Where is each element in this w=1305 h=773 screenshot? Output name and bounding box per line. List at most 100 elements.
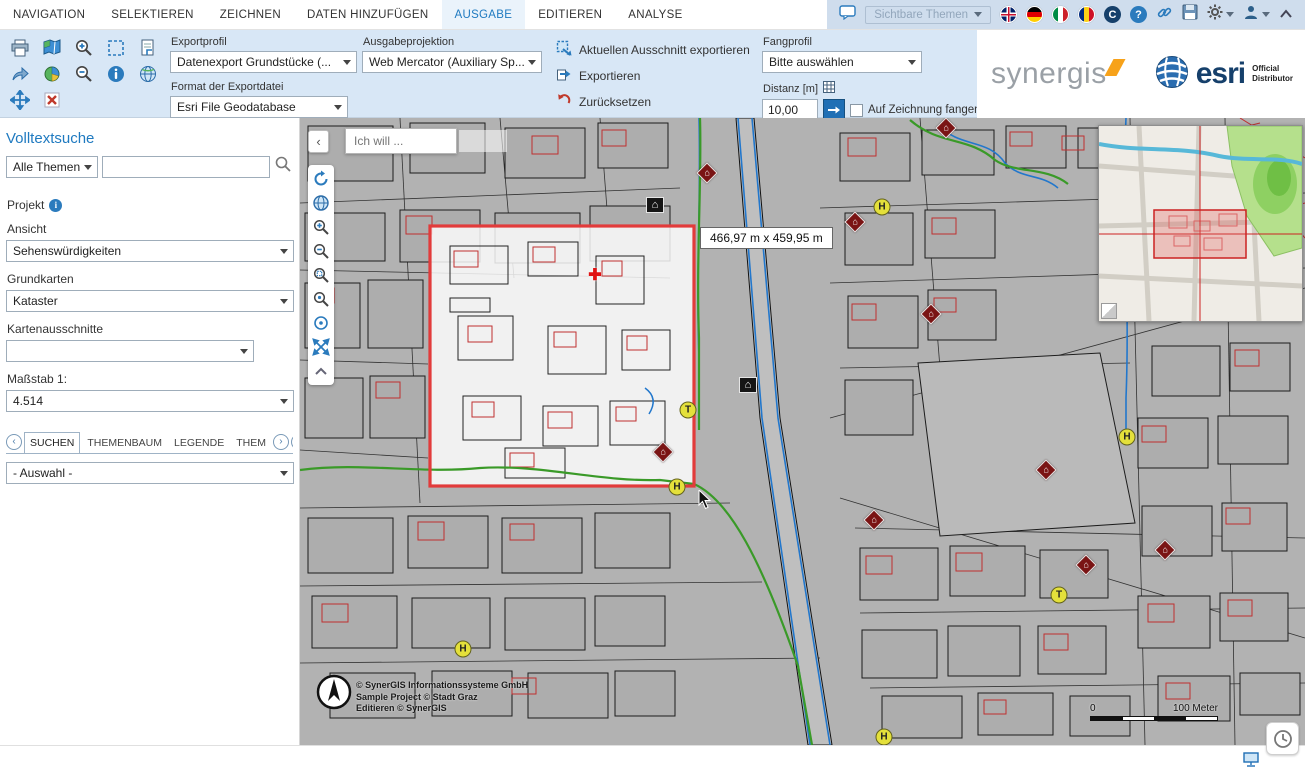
menu-editieren[interactable]: EDITIEREN bbox=[525, 0, 615, 29]
chevron-down-icon bbox=[280, 471, 288, 476]
map-marker-t[interactable]: T bbox=[680, 402, 697, 419]
menu-zeichnen[interactable]: ZEICHNEN bbox=[207, 0, 294, 29]
project-row: Projekt i bbox=[7, 198, 293, 212]
projection-group: Ausgabeprojektion Web Mercator (Auxiliar… bbox=[362, 34, 542, 73]
export-sheet-button[interactable] bbox=[132, 35, 164, 61]
map-viewport[interactable]: ‹ bbox=[300, 118, 1305, 745]
map-marker-h[interactable]: H bbox=[669, 479, 686, 496]
select-extent-button[interactable] bbox=[100, 35, 132, 61]
flag-uk-icon[interactable] bbox=[1000, 6, 1017, 23]
view-label: Ansicht bbox=[7, 222, 293, 236]
map-marker-h[interactable]: H bbox=[455, 641, 472, 658]
pan-button[interactable] bbox=[4, 87, 36, 113]
map-extents-select[interactable] bbox=[6, 340, 254, 362]
save-icon[interactable] bbox=[1182, 4, 1198, 25]
chevron-down-icon bbox=[280, 399, 288, 404]
chevron-down-icon bbox=[334, 105, 342, 110]
info-icon[interactable]: i bbox=[49, 199, 62, 212]
search-icon[interactable] bbox=[274, 155, 292, 178]
center-target-icon[interactable] bbox=[309, 311, 333, 335]
tool-grid bbox=[4, 35, 164, 113]
export-label: Exportieren bbox=[579, 69, 640, 83]
flag-it-icon[interactable] bbox=[1052, 6, 1069, 23]
zoom-in-icon[interactable] bbox=[309, 215, 333, 239]
flag-ro-icon[interactable] bbox=[1078, 6, 1095, 23]
delete-button[interactable] bbox=[36, 87, 68, 113]
language-icon[interactable]: C bbox=[1104, 6, 1121, 23]
chevron-down-icon bbox=[280, 299, 288, 304]
feedback-bubble-icon[interactable] bbox=[839, 5, 856, 25]
export-profile-select[interactable]: Datenexport Grundstücke (... bbox=[170, 51, 357, 73]
selection-select[interactable]: - Auswahl - bbox=[6, 462, 294, 484]
overview-map[interactable] bbox=[1098, 125, 1303, 322]
user-menu-button[interactable] bbox=[1243, 4, 1270, 25]
refresh-icon[interactable] bbox=[309, 167, 333, 191]
ich-will-suggestion-panel bbox=[459, 130, 507, 152]
share-button[interactable] bbox=[4, 61, 36, 87]
search-scope-select[interactable]: Alle Themen bbox=[6, 156, 98, 178]
map-marker-square[interactable]: ⌂ bbox=[739, 377, 757, 393]
map-marker-h[interactable]: H bbox=[874, 199, 891, 216]
menu-analyse[interactable]: ANALYSE bbox=[615, 0, 695, 29]
basemap-label: Grundkarten bbox=[7, 272, 293, 286]
zoom-out-icon[interactable] bbox=[309, 239, 333, 263]
tab-themenbaum[interactable]: THEMENBAUM bbox=[82, 433, 167, 453]
globe-icon[interactable] bbox=[309, 191, 333, 215]
map-copyright: © SynerGIS Informationssysteme GmbH Samp… bbox=[356, 680, 528, 715]
menu-daten-hinzufuegen[interactable]: DATEN HINZUFÜGEN bbox=[294, 0, 442, 29]
export-extent-button[interactable]: Aktuellen Ausschnitt exportieren bbox=[556, 40, 750, 59]
sidebar-tabs: ‹ SUCHEN THEMENBAUM LEGENDE THEM › + bbox=[6, 430, 293, 454]
map-marker-cross[interactable]: ✚ bbox=[588, 265, 601, 285]
collapse-toolbar-icon[interactable] bbox=[1279, 6, 1293, 24]
scale-select[interactable]: 4.514 bbox=[6, 390, 294, 412]
collapse-tools-icon[interactable] bbox=[309, 359, 333, 383]
map-export-button[interactable] bbox=[36, 35, 68, 61]
tabs-scroll-right-button[interactable]: › bbox=[273, 434, 289, 450]
zoom-extent-icon[interactable] bbox=[309, 263, 333, 287]
history-clock-button[interactable] bbox=[1266, 722, 1299, 755]
map-marker-t[interactable]: T bbox=[1051, 587, 1068, 604]
fulltext-search-input[interactable] bbox=[102, 156, 270, 178]
tab-themen[interactable]: THEM bbox=[231, 433, 271, 453]
scalebar-bar bbox=[1090, 716, 1218, 721]
reset-button[interactable]: Zurücksetzen bbox=[556, 92, 750, 111]
menu-navigation[interactable]: NAVIGATION bbox=[0, 0, 98, 29]
info-button[interactable] bbox=[100, 61, 132, 87]
projection-label: Ausgabeprojektion bbox=[363, 36, 542, 48]
menu-ausgabe[interactable]: AUSGABE bbox=[442, 0, 526, 29]
sidebar-collapse-button[interactable]: ‹ bbox=[308, 130, 329, 153]
help-icon[interactable]: ? bbox=[1130, 6, 1147, 23]
print-button[interactable] bbox=[4, 35, 36, 61]
copyright-line: © SynerGIS Informationssysteme GmbH bbox=[356, 680, 528, 692]
map-marker-h[interactable]: H bbox=[1119, 429, 1136, 446]
zoom-in-button[interactable] bbox=[68, 35, 100, 61]
map-marker-h[interactable]: H bbox=[876, 729, 893, 746]
export-button[interactable]: Exportieren bbox=[556, 66, 750, 85]
menu-selektieren[interactable]: SELEKTIEREN bbox=[98, 0, 207, 29]
overview-toggle-icon[interactable] bbox=[1101, 303, 1117, 319]
zoom-out-button[interactable] bbox=[68, 61, 100, 87]
snap-profile-select[interactable]: Bitte auswählen bbox=[762, 51, 922, 73]
map-marker-square[interactable]: ⌂ bbox=[646, 197, 664, 213]
view-select[interactable]: Sehenswürdigkeiten bbox=[6, 240, 294, 262]
tab-suchen[interactable]: SUCHEN bbox=[24, 432, 80, 453]
settings-menu-button[interactable] bbox=[1207, 4, 1234, 25]
tab-legende[interactable]: LEGENDE bbox=[169, 433, 229, 453]
zoom-last-icon[interactable] bbox=[309, 287, 333, 311]
link-icon[interactable] bbox=[1156, 4, 1173, 26]
thematic-map-button[interactable] bbox=[36, 61, 68, 87]
snap-drawing-checkbox[interactable] bbox=[850, 104, 863, 117]
tabs-scroll-left-button[interactable]: ‹ bbox=[6, 434, 22, 450]
tabs-add-button[interactable]: + bbox=[291, 434, 293, 450]
presentation-icon[interactable] bbox=[1243, 752, 1259, 772]
projection-select[interactable]: Web Mercator (Auxiliary Sp... bbox=[362, 51, 542, 73]
flag-de-icon[interactable] bbox=[1026, 6, 1043, 23]
fullscreen-icon[interactable] bbox=[309, 335, 333, 359]
visible-themes-dropdown[interactable]: Sichtbare Themen bbox=[865, 6, 991, 24]
ich-will-input[interactable] bbox=[345, 128, 457, 154]
globe-3d-button[interactable] bbox=[132, 61, 164, 87]
grid-icon bbox=[823, 81, 835, 96]
export-format-select[interactable]: Esri File Geodatabase bbox=[170, 96, 348, 118]
basemap-select[interactable]: Kataster bbox=[6, 290, 294, 312]
ich-will-search bbox=[345, 128, 507, 154]
